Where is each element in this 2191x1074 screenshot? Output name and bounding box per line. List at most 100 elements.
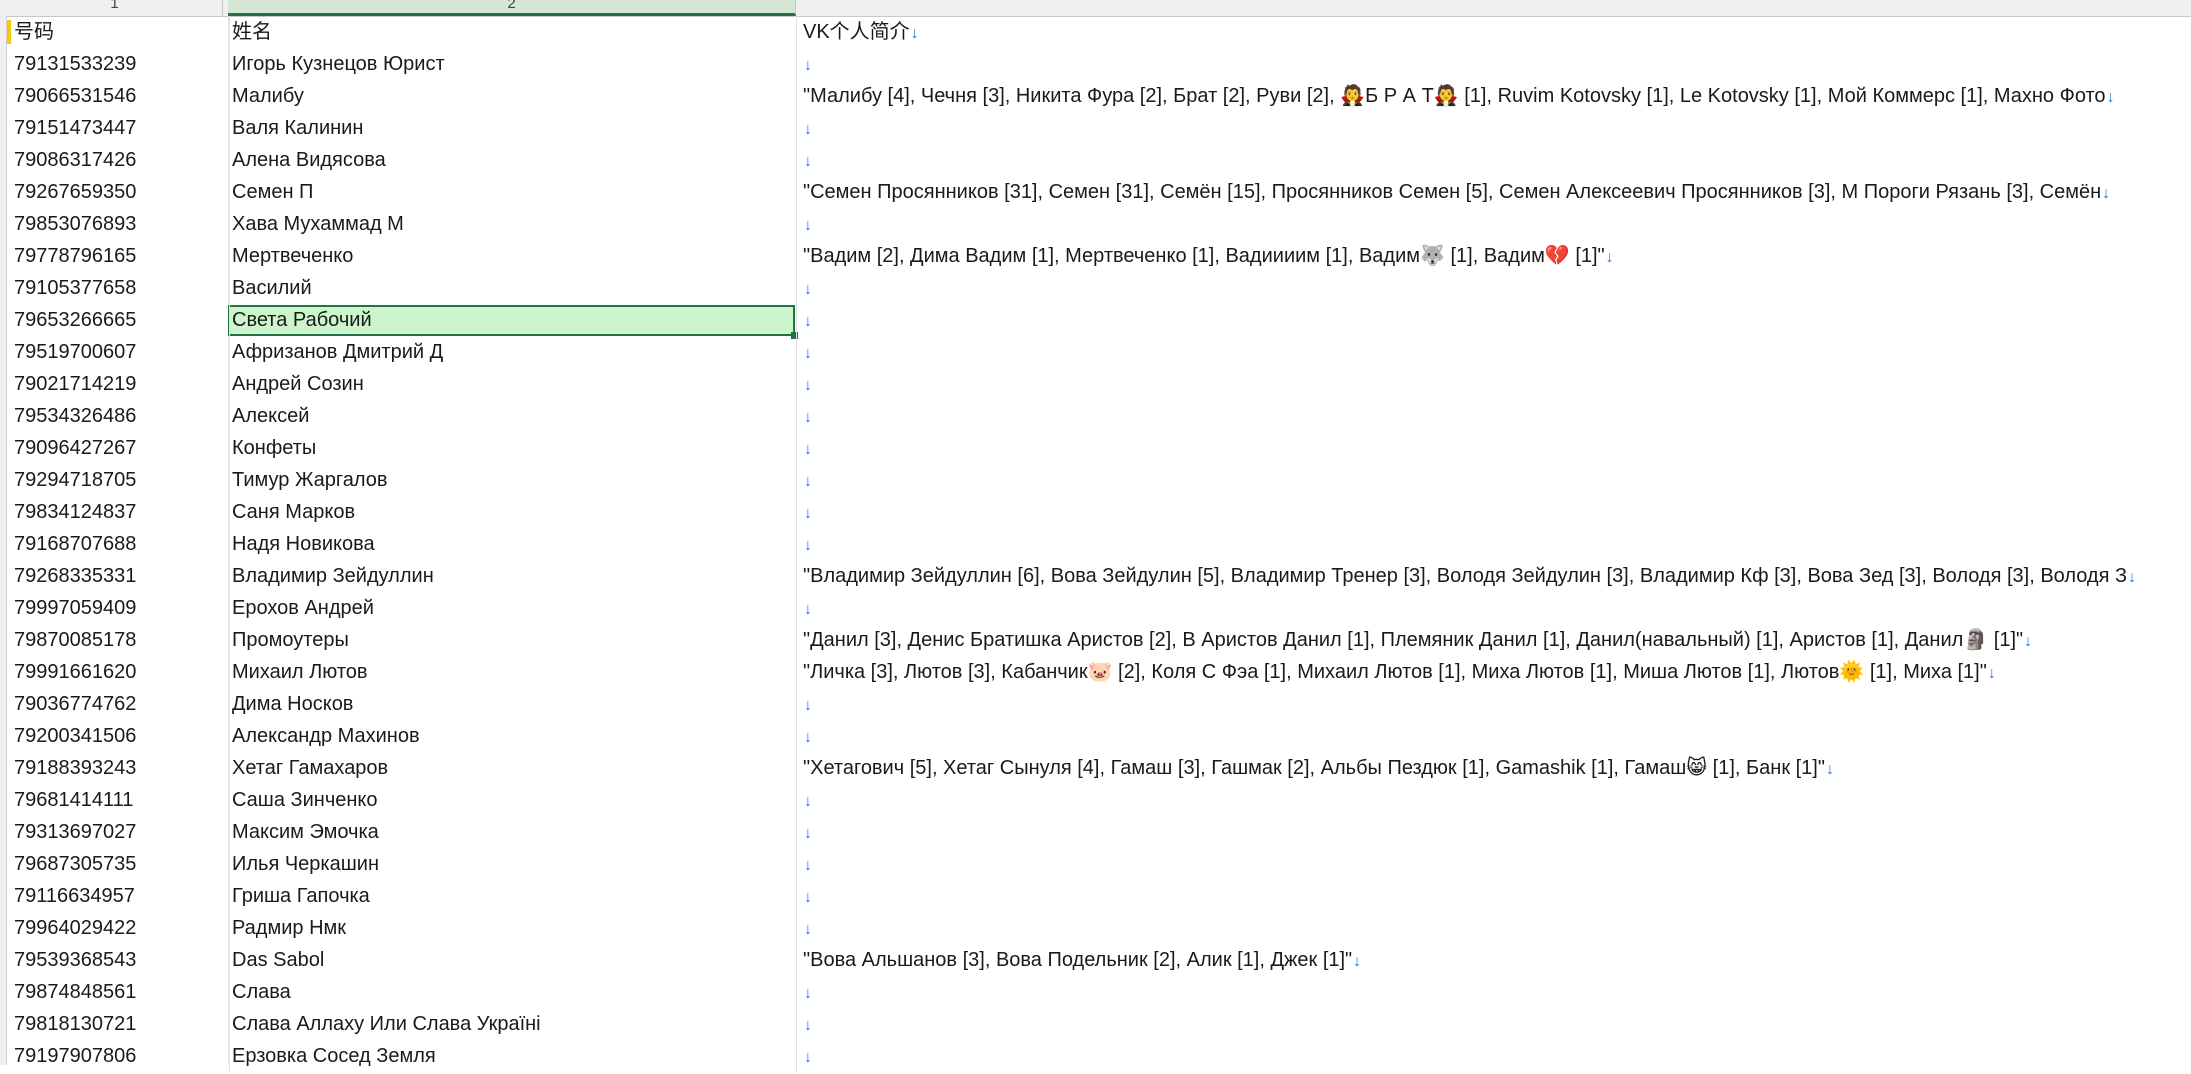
phone-cell[interactable]: 79294718705	[14, 464, 234, 496]
phone-cell[interactable]: 79853076893	[14, 208, 234, 240]
phone-cell[interactable]: 79200341506	[14, 720, 234, 752]
bio-cell[interactable]: ↓	[797, 720, 2191, 752]
phone-cell[interactable]: 79197907806	[14, 1040, 234, 1072]
phone-cell[interactable]: 79519700607	[14, 336, 234, 368]
name-cell[interactable]: Света Рабочий	[229, 304, 797, 336]
bio-cell[interactable]: ↓	[797, 464, 2191, 496]
phone-cell[interactable]: 79874848561	[14, 976, 234, 1008]
name-cell[interactable]: Александр Махинов	[229, 720, 797, 752]
bio-cell[interactable]: ↓	[797, 912, 2191, 944]
name-cell[interactable]: Семен П	[229, 176, 797, 208]
name-cell[interactable]: Ерзовка Сосед Земля	[229, 1040, 797, 1072]
phone-cell[interactable]: 79997059409	[14, 592, 234, 624]
phone-cell[interactable]: 79778796165	[14, 240, 234, 272]
name-cell[interactable]: Андрей Созин	[229, 368, 797, 400]
bio-cell[interactable]: ↓	[797, 48, 2191, 80]
bio-cell[interactable]: ↓	[797, 400, 2191, 432]
phone-cell[interactable]: 79116634957	[14, 880, 234, 912]
phone-cell[interactable]: 79268335331	[14, 560, 234, 592]
name-cell[interactable]: Афризанов Дмитрий Д	[229, 336, 797, 368]
name-cell[interactable]: Хава Мухаммад М	[229, 208, 797, 240]
phone-cell[interactable]: 79086317426	[14, 144, 234, 176]
phone-cell[interactable]: 79991661620	[14, 656, 234, 688]
phone-cell[interactable]: 79188393243	[14, 752, 234, 784]
bio-cell[interactable]: ↓	[797, 368, 2191, 400]
phone-cell[interactable]: 79267659350	[14, 176, 234, 208]
phone-cell[interactable]: 79096427267	[14, 432, 234, 464]
phone-cell[interactable]: 79818130721	[14, 1008, 234, 1040]
name-cell[interactable]: Радмир Нмк	[229, 912, 797, 944]
name-cell[interactable]: Игорь Кузнецов Юрист	[229, 48, 797, 80]
bio-cell[interactable]: ↓	[797, 592, 2191, 624]
name-cell[interactable]: Ерохов Андрей	[229, 592, 797, 624]
bio-cell[interactable]: "Семен Просянников [31], Семен [31], Сем…	[797, 176, 2191, 208]
header-phone[interactable]: 号码	[14, 16, 234, 48]
phone-cell[interactable]: 79313697027	[14, 816, 234, 848]
phone-cell[interactable]: 79687305735	[14, 848, 234, 880]
name-cell[interactable]: Илья Черкашин	[229, 848, 797, 880]
bio-cell[interactable]: ↓	[797, 1040, 2191, 1072]
phone-cell[interactable]: 79105377658	[14, 272, 234, 304]
bio-cell[interactable]: ↓	[797, 528, 2191, 560]
name-cell[interactable]: Das Sabol	[229, 944, 797, 976]
bio-cell[interactable]: ↓	[797, 1008, 2191, 1040]
name-cell[interactable]: Малибу	[229, 80, 797, 112]
bio-cell[interactable]: ↓	[797, 272, 2191, 304]
phone-cell[interactable]: 79870085178	[14, 624, 234, 656]
bio-cell[interactable]: ↓	[797, 848, 2191, 880]
bio-cell[interactable]: "Владимир Зейдуллин [6], Вова Зейдулин […	[797, 560, 2191, 592]
bio-cell[interactable]: ↓	[797, 304, 2191, 336]
bio-cell[interactable]: ↓	[797, 208, 2191, 240]
name-cell[interactable]: Тимур Жаргалов	[229, 464, 797, 496]
name-cell[interactable]: Алена Видясова	[229, 144, 797, 176]
name-cell[interactable]: Михаил Лютов	[229, 656, 797, 688]
name-cell[interactable]: Дима Носков	[229, 688, 797, 720]
phone-cell[interactable]: 79834124837	[14, 496, 234, 528]
bio-cell[interactable]: ↓	[797, 336, 2191, 368]
phone-cell[interactable]: 79681414111	[14, 784, 234, 816]
bio-cell[interactable]: ↓	[797, 976, 2191, 1008]
bio-cell[interactable]: ↓	[797, 880, 2191, 912]
phone-cell[interactable]: 79066531546	[14, 80, 234, 112]
name-cell[interactable]: Слава	[229, 976, 797, 1008]
name-cell[interactable]: Василий	[229, 272, 797, 304]
header-bio[interactable]: VK个人简介↓	[797, 16, 2191, 48]
name-cell[interactable]: Хетаг Гамахаров	[229, 752, 797, 784]
bio-cell[interactable]: ↓	[797, 432, 2191, 464]
bio-cell[interactable]: ↓	[797, 144, 2191, 176]
bio-cell[interactable]: "Личка [3], Лютов [3], Кабанчик🐷 [2], Ко…	[797, 656, 2191, 688]
name-cell[interactable]: Конфеты	[229, 432, 797, 464]
column-header-1[interactable]: 1	[7, 0, 223, 16]
phone-cell[interactable]: 79168707688	[14, 528, 234, 560]
bio-cell[interactable]: "Вадим [2], Дима Вадим [1], Мертвеченко …	[797, 240, 2191, 272]
phone-cell[interactable]: 79021714219	[14, 368, 234, 400]
phone-cell[interactable]: 79964029422	[14, 912, 234, 944]
name-cell[interactable]: Промоутеры	[229, 624, 797, 656]
phone-cell[interactable]: 79653266665	[14, 304, 234, 336]
name-cell[interactable]: Саня Марков	[229, 496, 797, 528]
bio-cell[interactable]: ↓	[797, 112, 2191, 144]
bio-cell[interactable]: ↓	[797, 784, 2191, 816]
bio-cell[interactable]: ↓	[797, 688, 2191, 720]
bio-cell[interactable]: "Данил [3], Денис Братишка Аристов [2], …	[797, 624, 2191, 656]
phone-cell[interactable]: 79131533239	[14, 48, 234, 80]
bio-cell[interactable]: ↓	[797, 816, 2191, 848]
name-cell[interactable]: Гриша Гапочка	[229, 880, 797, 912]
name-cell[interactable]: Слава Аллаху Или Слава Україні	[229, 1008, 797, 1040]
name-cell[interactable]: Саша Зинченко	[229, 784, 797, 816]
phone-cell[interactable]: 79534326486	[14, 400, 234, 432]
bio-cell[interactable]: "Хетагович [5], Хетаг Сынуля [4], Гамаш …	[797, 752, 2191, 784]
name-cell[interactable]: Владимир Зейдуллин	[229, 560, 797, 592]
name-cell[interactable]: Алексей	[229, 400, 797, 432]
column-header-2[interactable]: 2	[228, 0, 796, 16]
header-name[interactable]: 姓名	[229, 16, 797, 48]
bio-cell[interactable]: ↓	[797, 496, 2191, 528]
name-cell[interactable]: Надя Новикова	[229, 528, 797, 560]
bio-cell[interactable]: "Вова Альшанов [3], Вова Подельник [2], …	[797, 944, 2191, 976]
phone-cell[interactable]: 79151473447	[14, 112, 234, 144]
name-cell[interactable]: Мертвеченко	[229, 240, 797, 272]
name-cell[interactable]: Максим Эмочка	[229, 816, 797, 848]
phone-cell[interactable]: 79539368543	[14, 944, 234, 976]
phone-cell[interactable]: 79036774762	[14, 688, 234, 720]
bio-cell[interactable]: "Малибу [4], Чечня [3], Никита Фура [2],…	[797, 80, 2191, 112]
